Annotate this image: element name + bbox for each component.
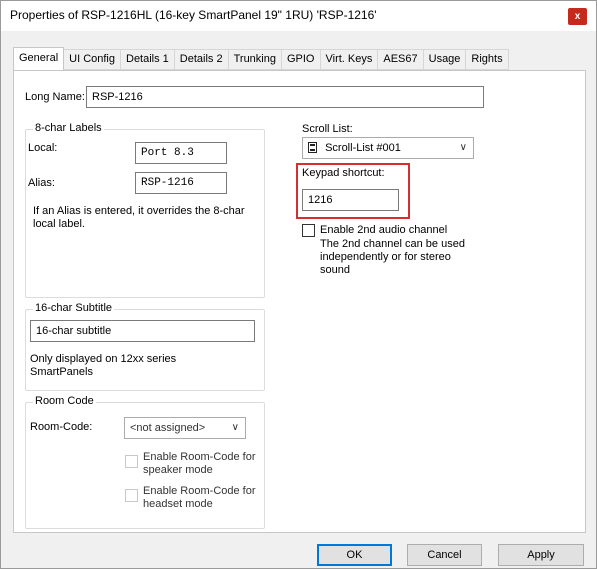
subtitle-group-title: 16-char Subtitle — [33, 302, 115, 314]
room-code-select-value: <not assigned> — [130, 422, 206, 434]
subtitle-group: 16-char Subtitle 16-char subtitle Only d… — [25, 302, 265, 391]
local-label: Local: — [28, 142, 58, 154]
speaker-mode-label: Enable Room-Code for speaker mode — [143, 451, 256, 476]
window-title: Properties of RSP-1216HL (16-key SmartPa… — [10, 8, 377, 22]
properties-dialog: Properties of RSP-1216HL (16-key SmartPa… — [0, 0, 597, 569]
close-button[interactable]: x — [568, 8, 587, 25]
tab-virt-keys[interactable]: Virt. Keys — [320, 49, 379, 70]
scroll-list-label: Scroll List: — [302, 123, 353, 135]
tab-usage[interactable]: Usage — [423, 49, 467, 70]
second-audio-channel-note: The 2nd channel can be used independentl… — [320, 238, 465, 276]
scroll-list-value: Scroll-List #001 — [325, 142, 401, 154]
subtitle-input[interactable]: 16-char subtitle — [30, 320, 255, 342]
title-bar: Properties of RSP-1216HL (16-key SmartPa… — [1, 1, 596, 31]
room-code-label: Room-Code: — [30, 421, 93, 433]
labels-group: 8-char Labels Local: Port 8.3 Alias: RSP… — [25, 122, 265, 298]
long-name-input[interactable]: RSP-1216 — [86, 86, 484, 108]
speaker-mode-checkbox[interactable] — [125, 455, 138, 468]
tab-details-2[interactable]: Details 2 — [174, 49, 229, 70]
alias-input[interactable]: RSP-1216 — [135, 172, 227, 194]
headset-mode-checkbox[interactable] — [125, 489, 138, 502]
keypad-shortcut-label: Keypad shortcut: — [302, 167, 385, 179]
tab-strip: General UI Config Details 1 Details 2 Tr… — [13, 47, 509, 70]
room-code-group-title: Room Code — [33, 395, 96, 407]
second-audio-channel-label: Enable 2nd audio channel — [320, 224, 448, 236]
tab-details-1[interactable]: Details 1 — [121, 49, 175, 70]
alias-note: If an Alias is entered, it overrides the… — [33, 205, 245, 230]
tab-aes67[interactable]: AES67 — [378, 49, 424, 70]
headset-mode-label: Enable Room-Code for headset mode — [143, 485, 256, 510]
scroll-list-select[interactable]: Scroll-List #001 ∨ — [302, 137, 474, 159]
tab-ui-config[interactable]: UI Config — [64, 49, 121, 70]
room-code-group: Room Code Room-Code: <not assigned> ∨ En… — [25, 395, 265, 529]
long-name-label: Long Name: — [25, 91, 85, 103]
cancel-button[interactable]: Cancel — [407, 544, 482, 566]
local-label-input[interactable]: Port 8.3 — [135, 142, 227, 164]
tab-trunking[interactable]: Trunking — [228, 49, 282, 70]
general-tab-panel: Long Name: RSP-1216 8-char Labels Local:… — [13, 70, 586, 533]
apply-button[interactable]: Apply — [498, 544, 584, 566]
keypad-shortcut-input[interactable]: 1216 — [302, 189, 399, 211]
labels-group-title: 8-char Labels — [33, 122, 104, 134]
scroll-list-icon — [308, 142, 317, 153]
chevron-down-icon: ∨ — [459, 142, 467, 153]
second-audio-channel-checkbox[interactable] — [302, 224, 315, 237]
alias-label: Alias: — [28, 177, 55, 189]
tab-gpio[interactable]: GPIO — [281, 49, 321, 70]
chevron-down-icon: ∨ — [231, 422, 239, 433]
tab-rights[interactable]: Rights — [466, 49, 509, 70]
ok-button[interactable]: OK — [317, 544, 392, 566]
room-code-select[interactable]: <not assigned> ∨ — [124, 417, 246, 439]
tab-general[interactable]: General — [13, 47, 65, 70]
subtitle-note: Only displayed on 12xx series SmartPanel… — [30, 353, 177, 378]
